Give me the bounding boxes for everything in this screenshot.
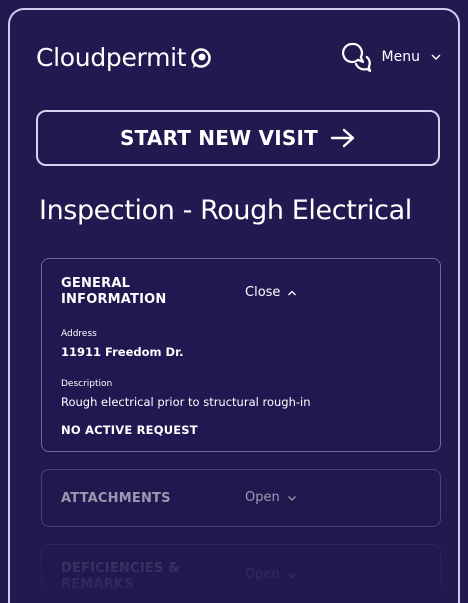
attachments-panel[interactable]: ATTACHMENTS Open [41, 469, 441, 527]
attachments-toggle-label: Open [245, 490, 280, 505]
menu-label: Menu [381, 49, 420, 65]
address-label: Address [61, 329, 97, 339]
logo-text: Cloudpermit [36, 43, 187, 72]
page-title: Inspection - Rough Electrical [39, 195, 412, 226]
app-frame: Cloudpermit Menu START NEW VISIT Inspect… [8, 8, 460, 603]
cloudpermit-logo-icon [190, 47, 212, 69]
logo[interactable]: Cloudpermit [36, 44, 212, 72]
general-information-panel: GENERAL INFORMATION Close Address 11911 … [41, 258, 441, 452]
arrow-right-icon [330, 127, 356, 149]
chevron-down-icon [287, 572, 296, 578]
description-value: Rough electrical prior to structural rou… [61, 395, 311, 409]
start-new-visit-label: START NEW VISIT [120, 126, 318, 150]
header: Cloudpermit Menu [10, 10, 458, 94]
chevron-down-icon [287, 495, 296, 501]
attachments-title: ATTACHMENTS [61, 491, 171, 506]
deficiencies-panel[interactable]: DEFICIENCIES & REMARKS Open [41, 544, 441, 603]
request-status: NO ACTIVE REQUEST [61, 423, 198, 437]
general-toggle-label: Close [245, 285, 281, 300]
menu-toggle[interactable]: Menu [338, 40, 442, 74]
address-value: 11911 Freedom Dr. [61, 345, 184, 359]
general-information-title: GENERAL INFORMATION [61, 276, 167, 307]
deficiencies-open-toggle[interactable]: Open [245, 567, 297, 582]
general-close-toggle[interactable]: Close [245, 285, 297, 300]
start-new-visit-button[interactable]: START NEW VISIT [36, 110, 440, 166]
deficiencies-title: DEFICIENCIES & REMARKS [61, 561, 180, 592]
chat-bubbles-icon[interactable] [338, 40, 372, 74]
deficiencies-toggle-label: Open [245, 567, 280, 582]
description-label: Description [61, 379, 113, 389]
menu-chevron-down-icon [430, 51, 442, 63]
chevron-up-icon [288, 290, 297, 295]
attachments-open-toggle[interactable]: Open [245, 490, 297, 505]
